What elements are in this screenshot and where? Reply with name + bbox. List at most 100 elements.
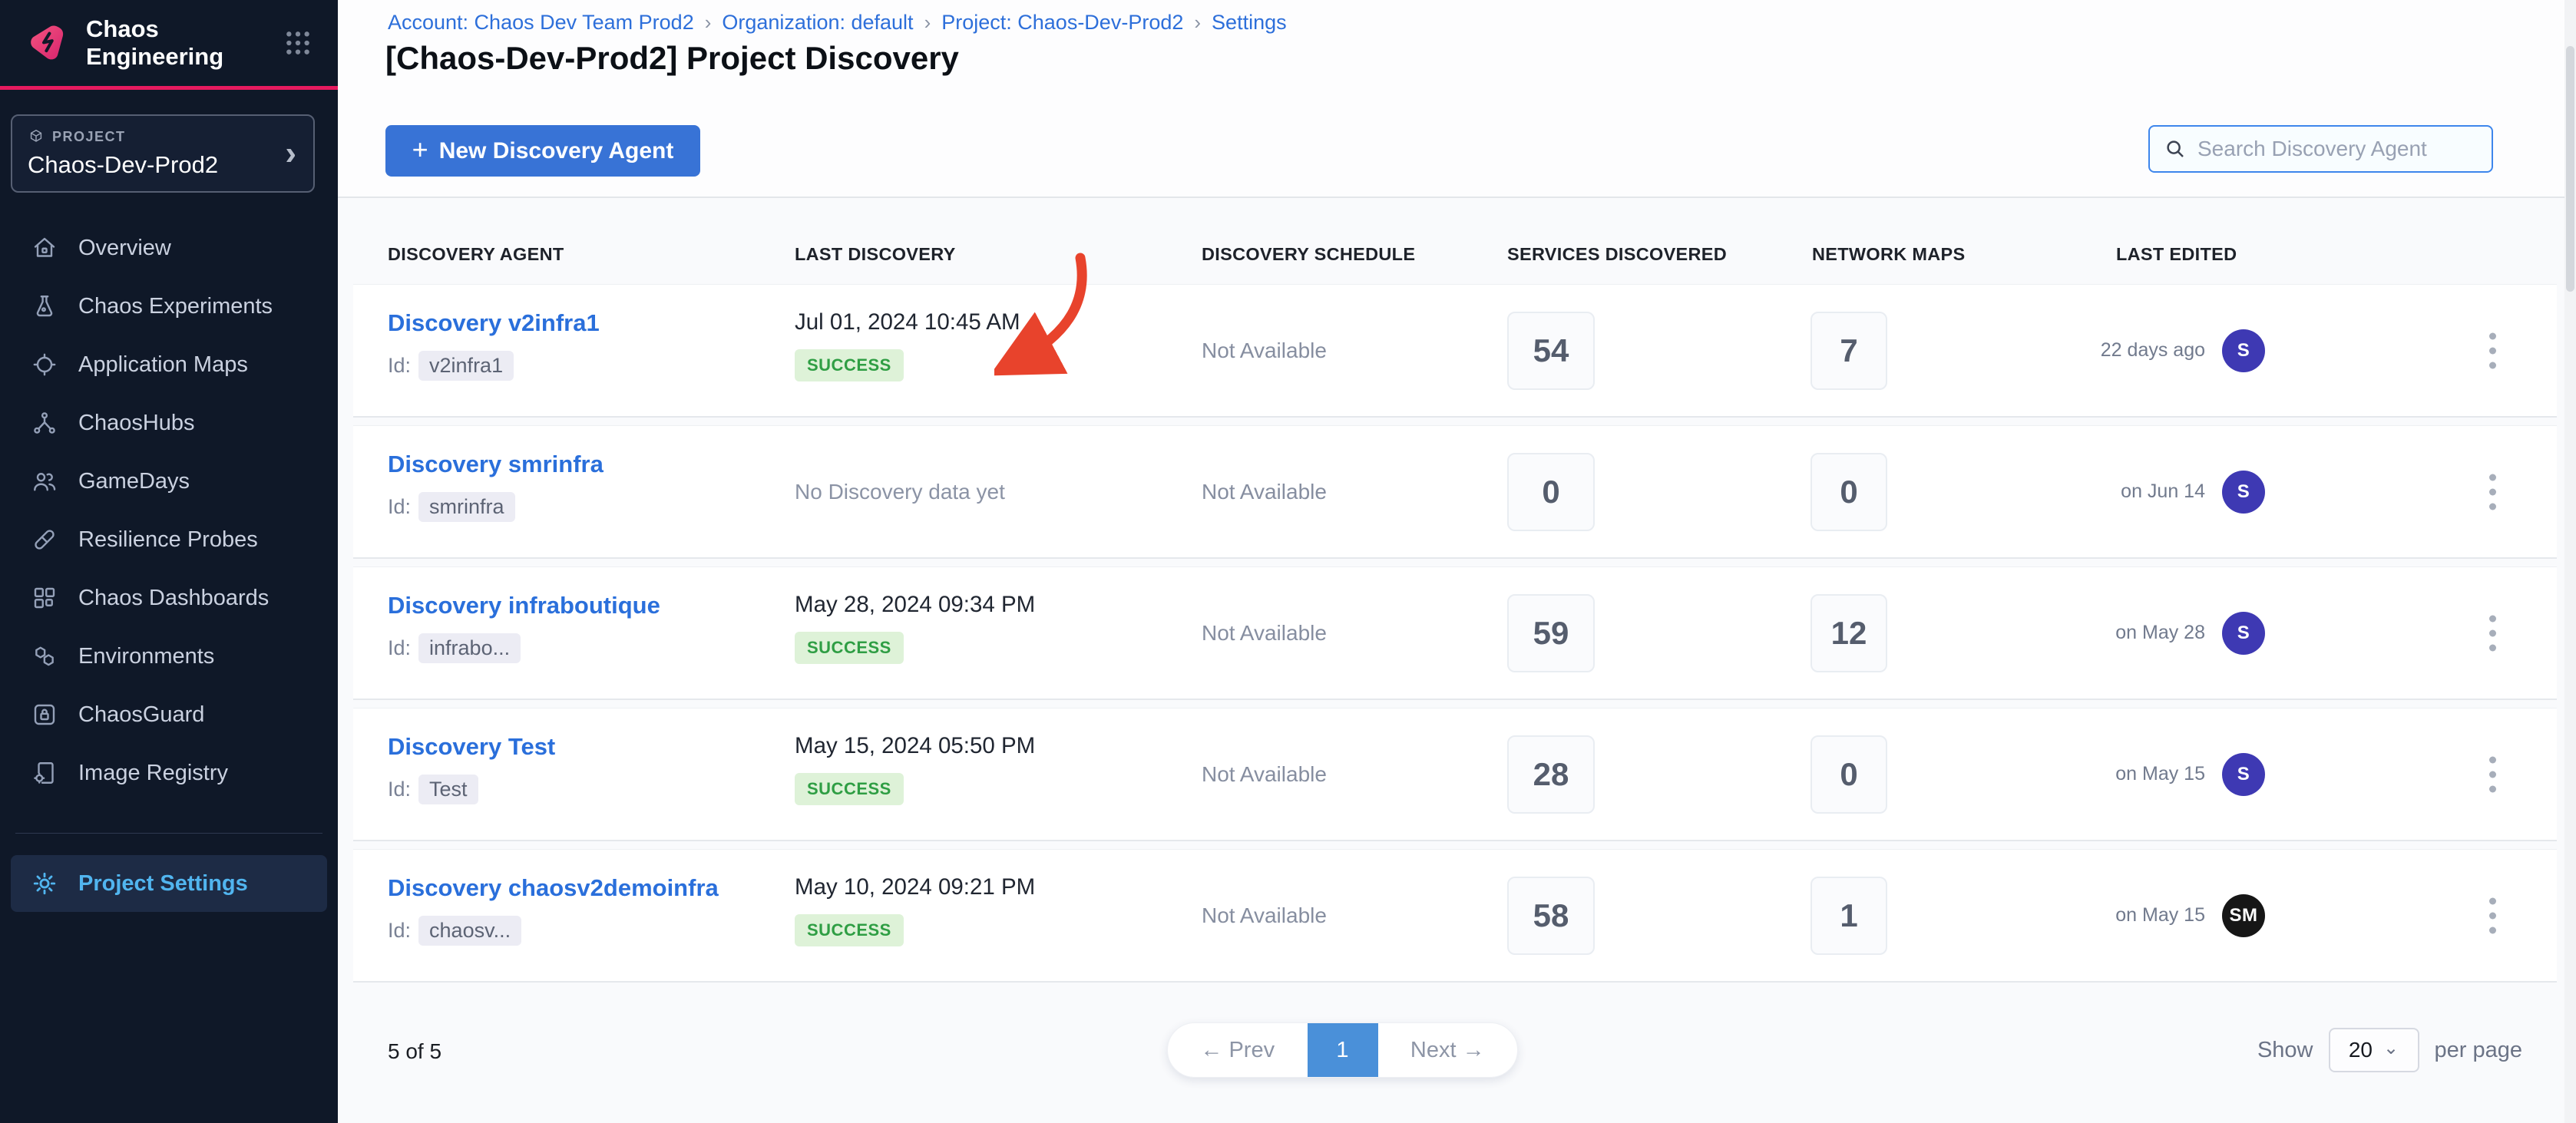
sidebar-item-gamedays[interactable]: GameDays xyxy=(0,452,338,510)
agent-name-link[interactable]: Discovery chaosv2demoinfra xyxy=(388,874,719,902)
sidebar-item-overview[interactable]: Overview xyxy=(0,219,338,277)
sidebar-item-chaosguard[interactable]: ChaosGuard xyxy=(0,685,338,744)
services-discovered-count: 0 xyxy=(1507,453,1595,531)
project-label: PROJECT xyxy=(52,129,126,145)
cube-icon xyxy=(28,128,45,145)
breadcrumb-organization[interactable]: Organization: default xyxy=(722,11,913,35)
registry-icon xyxy=(31,759,58,787)
scrollbar[interactable] xyxy=(2564,0,2576,1123)
status-badge: SUCCESS xyxy=(795,349,904,381)
avatar: S xyxy=(2222,753,2265,796)
kebab-menu-icon[interactable] xyxy=(2482,748,2504,800)
page-size-select[interactable]: 20 ⌄ xyxy=(2329,1028,2419,1072)
project-name: Chaos-Dev-Prod2 xyxy=(28,151,298,179)
sidebar-item-chaoshubs[interactable]: ChaosHubs xyxy=(0,394,338,452)
discovery-schedule: Not Available xyxy=(1202,762,1327,787)
chaos-engineering-logo-icon xyxy=(26,22,68,64)
kebab-menu-icon[interactable] xyxy=(2482,890,2504,941)
breadcrumb-settings[interactable]: Settings xyxy=(1212,11,1287,35)
kebab-menu-icon[interactable] xyxy=(2482,607,2504,659)
status-badge: SUCCESS xyxy=(795,632,904,664)
last-discovery-date: May 28, 2024 09:34 PM xyxy=(795,592,1035,618)
people-icon xyxy=(31,467,58,495)
agent-id-badge: smrinfra xyxy=(418,492,515,522)
discovery-schedule: Not Available xyxy=(1202,903,1327,928)
table-row: Discovery smrinfra Id: smrinfra No Disco… xyxy=(353,425,2557,559)
id-label: Id: xyxy=(388,495,411,519)
sidebar-item-resilience-probes[interactable]: Resilience Probes xyxy=(0,510,338,569)
table-row: Discovery infraboutique Id: infrabo... M… xyxy=(353,566,2557,700)
page-size-group: Show 20 ⌄ per page xyxy=(2257,1015,2522,1085)
column-header-last-edited: LAST EDITED xyxy=(2116,244,2237,265)
chevron-down-icon: ⌄ xyxy=(2383,1037,2399,1059)
column-header-services-discovered: SERVICES DISCOVERED xyxy=(1507,244,1727,265)
id-label: Id: xyxy=(388,778,411,801)
search-input[interactable] xyxy=(2197,137,2478,161)
sidebar-item-project-settings[interactable]: Project Settings xyxy=(11,855,327,912)
probe-icon xyxy=(31,526,58,553)
avatar: S xyxy=(2222,471,2265,514)
column-header-network-maps: NETWORK MAPS xyxy=(1812,244,1965,265)
sidebar-item-chaos-dashboards[interactable]: Chaos Dashboards xyxy=(0,569,338,627)
discovery-schedule: Not Available xyxy=(1202,480,1327,504)
services-discovered-count: 54 xyxy=(1507,312,1595,390)
agent-name-link[interactable]: Discovery v2infra1 xyxy=(388,309,600,337)
row-count: 5 of 5 xyxy=(388,1039,441,1064)
network-maps-count: 1 xyxy=(1810,877,1887,955)
discovery-schedule: Not Available xyxy=(1202,339,1327,363)
new-discovery-agent-button[interactable]: + New Discovery Agent xyxy=(385,125,700,177)
current-page-button[interactable]: 1 xyxy=(1308,1023,1378,1077)
sidebar-item-environments[interactable]: Environments xyxy=(0,627,338,685)
breadcrumb-separator: › xyxy=(924,11,931,35)
chevron-right-icon: › xyxy=(285,134,296,173)
network-maps-count: 0 xyxy=(1810,735,1887,814)
app-switcher-grid-icon[interactable] xyxy=(284,29,312,57)
last-edited-time: on May 28 xyxy=(2115,622,2205,644)
agent-name-link[interactable]: Discovery infraboutique xyxy=(388,592,660,619)
id-label: Id: xyxy=(388,636,411,660)
column-header-discovery-agent: DISCOVERY AGENT xyxy=(388,244,564,265)
last-discovery-date: May 15, 2024 05:50 PM xyxy=(795,733,1035,759)
kebab-menu-icon[interactable] xyxy=(2482,325,2504,376)
page-title: [Chaos-Dev-Prod2] Project Discovery xyxy=(385,40,959,77)
discovery-schedule: Not Available xyxy=(1202,621,1327,646)
sidebar-item-application-maps[interactable]: Application Maps xyxy=(0,335,338,394)
agent-name-link[interactable]: Discovery Test xyxy=(388,733,555,761)
last-discovery-date: May 10, 2024 09:21 PM xyxy=(795,874,1035,900)
sidebar-menu: Overview Chaos Experiments Application M… xyxy=(0,219,338,802)
agent-id-badge: chaosv... xyxy=(418,916,521,946)
breadcrumb: Account: Chaos Dev Team Prod2 › Organiza… xyxy=(388,11,1287,35)
home-icon xyxy=(31,234,58,262)
kebab-menu-icon[interactable] xyxy=(2482,466,2504,517)
scrollbar-thumb[interactable] xyxy=(2566,46,2574,292)
avatar: S xyxy=(2222,329,2265,372)
column-header-last-discovery: LAST DISCOVERY xyxy=(795,244,956,265)
table-row: Discovery chaosv2demoinfra Id: chaosv...… xyxy=(353,849,2557,983)
per-page-label: per page xyxy=(2435,1038,2523,1063)
agent-id-badge: v2infra1 xyxy=(418,351,514,381)
project-selector[interactable]: PROJECT Chaos-Dev-Prod2 › xyxy=(11,114,315,193)
main-content: Account: Chaos Dev Team Prod2 › Organiza… xyxy=(338,0,2576,1123)
discovery-agent-table: Discovery v2infra1 Id: v2infra1 Jul 01, … xyxy=(353,284,2557,990)
breadcrumb-separator: › xyxy=(1194,11,1201,35)
breadcrumb-separator: › xyxy=(705,11,712,35)
lock-icon xyxy=(31,701,58,728)
prev-page-button[interactable]: ← Prev xyxy=(1168,1023,1308,1077)
breadcrumb-project[interactable]: Project: Chaos-Dev-Prod2 xyxy=(941,11,1183,35)
breadcrumb-account[interactable]: Account: Chaos Dev Team Prod2 xyxy=(388,11,694,35)
sidebar-header: Chaos Engineering xyxy=(0,0,338,90)
column-header-discovery-schedule: DISCOVERY SCHEDULE xyxy=(1202,244,1415,265)
avatar: S xyxy=(2222,612,2265,655)
sidebar-item-chaos-experiments[interactable]: Chaos Experiments xyxy=(0,277,338,335)
hexagons-icon xyxy=(31,642,58,670)
agent-id-badge: Test xyxy=(418,775,478,804)
plus-icon: + xyxy=(412,134,428,166)
agent-name-link[interactable]: Discovery smrinfra xyxy=(388,451,603,478)
services-discovered-count: 58 xyxy=(1507,877,1595,955)
app-title: Chaos Engineering xyxy=(86,15,284,71)
network-maps-count: 12 xyxy=(1810,594,1887,672)
next-page-button[interactable]: Next → xyxy=(1378,1023,1518,1077)
table-footer: 5 of 5 ← Prev 1 Next → Show 20 ⌄ per pag… xyxy=(338,1015,2576,1092)
last-edited-time: on May 15 xyxy=(2115,904,2205,926)
sidebar-item-image-registry[interactable]: Image Registry xyxy=(0,744,338,802)
